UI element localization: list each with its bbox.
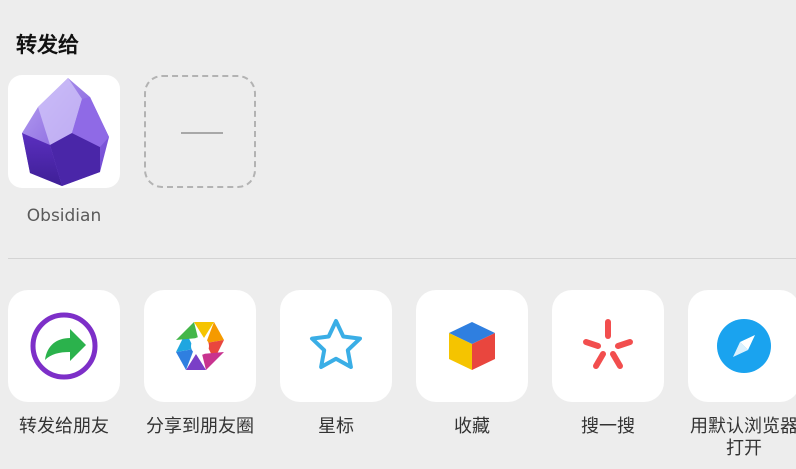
share-target-obsidian[interactable] — [8, 75, 120, 188]
share-section-title: 转发给 — [16, 33, 79, 57]
section-divider — [8, 258, 796, 259]
moments-icon — [176, 322, 224, 370]
add-more-placeholder-icon — [181, 132, 223, 134]
favorites-cube-icon — [449, 322, 495, 370]
action-open-in-browser[interactable]: 用默认浏览器打开 — [688, 290, 796, 460]
action-tile[interactable] — [144, 290, 256, 402]
star-icon — [310, 319, 362, 369]
action-tile[interactable] — [688, 290, 796, 402]
action-label: 星标 — [318, 416, 354, 437]
forward-to-friend-icon — [30, 312, 98, 380]
action-search[interactable]: 搜一搜 — [552, 290, 664, 438]
share-target-label: Obsidian — [26, 206, 102, 226]
action-share-to-moments[interactable]: 分享到朋友圈 — [144, 290, 256, 438]
obsidian-logo-icon — [22, 78, 109, 186]
action-tile[interactable] — [416, 290, 528, 402]
action-forward-to-friend[interactable]: 转发给朋友 — [8, 290, 120, 438]
action-tile[interactable] — [552, 290, 664, 402]
compass-icon — [717, 319, 771, 373]
action-tile[interactable] — [8, 290, 120, 402]
action-label: 分享到朋友圈 — [146, 416, 254, 437]
share-target-placeholder[interactable] — [144, 75, 256, 188]
action-tile[interactable] — [280, 290, 392, 402]
action-label: 搜一搜 — [581, 416, 635, 437]
search-sparkle-icon — [583, 319, 633, 369]
action-label: 转发给朋友 — [19, 416, 109, 437]
action-label: 收藏 — [454, 416, 490, 437]
action-star[interactable]: 星标 — [280, 290, 392, 438]
action-favorites[interactable]: 收藏 — [416, 290, 528, 438]
action-label: 用默认浏览器打开 — [690, 416, 796, 459]
